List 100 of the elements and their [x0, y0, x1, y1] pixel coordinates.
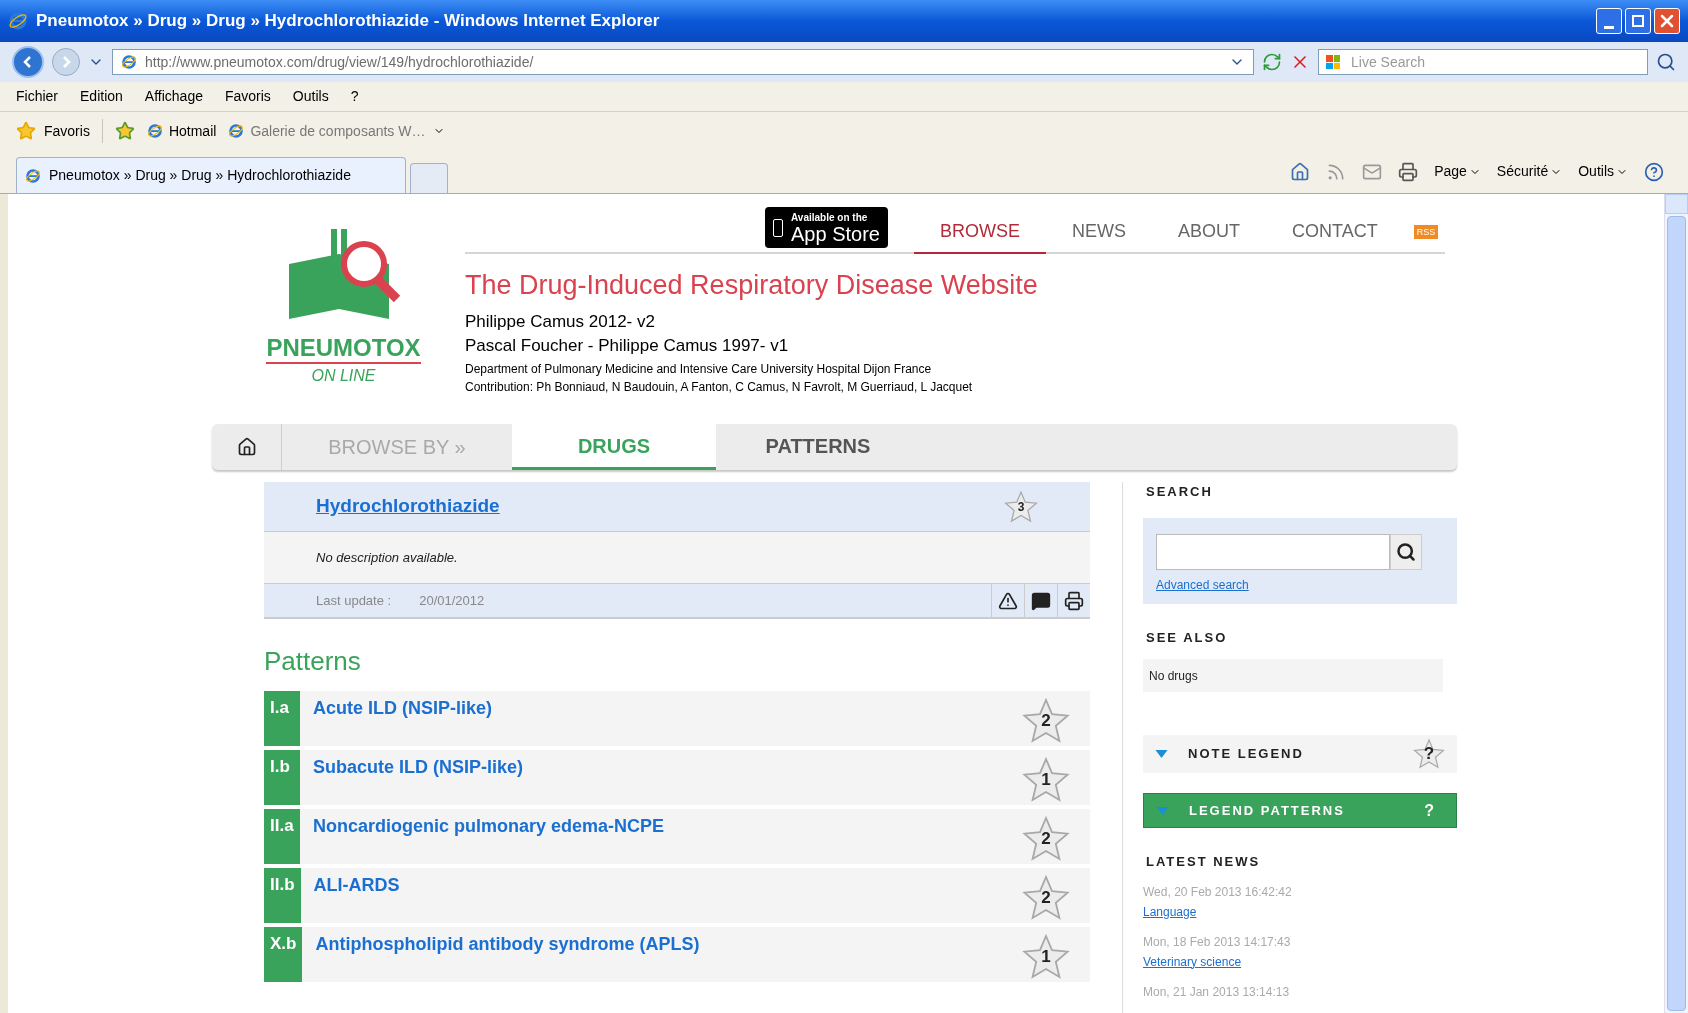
nav-tab[interactable]: NEWS [1045, 210, 1152, 254]
author-line: Philippe Camus 2012- v2 [465, 311, 656, 333]
warning-icon [998, 590, 1018, 611]
ie-icon [146, 123, 163, 139]
search-icon[interactable] [1656, 52, 1676, 72]
app-store-badge[interactable]: Available on the App Store [765, 207, 888, 248]
ie-icon [121, 54, 137, 70]
restore-button[interactable] [1625, 8, 1651, 34]
ie-icon [25, 167, 41, 184]
favorites-button[interactable]: Favoris [44, 120, 90, 142]
command-menu[interactable]: Outils [1578, 161, 1614, 182]
last-update-date: 20/01/2012 [419, 591, 485, 610]
nav-tab[interactable]: BROWSE [913, 210, 1046, 254]
news-date: Mon, 21 Jan 2013 13:14:13 [1143, 983, 1291, 1000]
author-line: Pascal Foucher - Philippe Camus 1997- v1 [465, 335, 790, 357]
pattern-link[interactable]: Antiphospholipid antibody syndrome (APLS) [315, 931, 700, 958]
legend-patterns-header[interactable]: LEGEND PATTERNS ? [1143, 793, 1457, 828]
site-title: The Drug-Induced Respiratory Disease Website [465, 269, 1039, 302]
printer-icon [1064, 590, 1084, 611]
phone-icon [773, 217, 783, 238]
drug-name-link[interactable]: Hydrochlorothiazide [316, 492, 500, 521]
pattern-code: II.a [264, 809, 300, 864]
section-heading: LATEST NEWS [1146, 853, 1262, 871]
pattern-link[interactable]: Acute ILD (NSIP-like) [313, 695, 493, 722]
legend-title: NOTE LEGEND [1188, 745, 1304, 764]
badge-title: App Store [791, 223, 880, 244]
favorite-link[interactable]: Hotmail [168, 120, 217, 142]
caret-icon [1155, 750, 1168, 758]
see-also-text: No drugs [1143, 659, 1443, 692]
legend-title: LEGEND PATTERNS [1189, 801, 1345, 820]
pattern-code: I.a [264, 691, 300, 746]
rating-number: 2 [1041, 709, 1051, 732]
news-date: Wed, 20 Feb 2013 16:42:42 [1143, 883, 1293, 900]
last-update-label: Last update : [316, 591, 392, 610]
speech-bubble-icon [1031, 590, 1051, 611]
window-title: Pneumotox » Drug » Drug » Hydrochlorothiazide - Windows Internet Explorer [36, 10, 660, 33]
caret-icon [1156, 806, 1169, 815]
rating-number: 3 [1017, 498, 1025, 516]
rating-number: ? [1423, 743, 1435, 766]
live-search-field[interactable]: Live Search [1318, 49, 1648, 75]
print-icon[interactable] [1398, 161, 1419, 182]
section-heading: SEARCH [1146, 483, 1214, 501]
minimize-button[interactable] [1596, 8, 1622, 34]
note-legend-header[interactable]: NOTE LEGEND ? [1143, 735, 1457, 773]
news-date: Mon, 18 Feb 2013 14:17:43 [1143, 933, 1292, 950]
menu-item[interactable]: Favoris [224, 86, 271, 107]
contribution-text: Contribution: Ph Bonniaud, N Baudouin, A Fanton, C Camus, N Favrolt, M Guerriaud, L Jacquet [465, 379, 974, 396]
pattern-link[interactable]: Subacute ILD (NSIP-like) [313, 754, 524, 781]
close-button[interactable] [1654, 8, 1680, 34]
menu-item[interactable]: Outils [292, 86, 329, 107]
pattern-code: I.b [264, 750, 300, 805]
advanced-search-link[interactable]: Advanced search [1156, 575, 1249, 594]
ie-icon [8, 11, 28, 31]
pattern-link[interactable]: Noncardiogenic pulmonary edema-NCPE [313, 813, 665, 840]
search-field[interactable] [1156, 533, 1390, 570]
logo-tagline: ON LINE [311, 366, 376, 386]
news-link[interactable]: Veterinary science [1143, 953, 1242, 970]
badge-caption: Available on the [791, 211, 869, 224]
ie-icon [228, 123, 245, 139]
refresh-icon[interactable] [1262, 52, 1282, 72]
menu-item[interactable]: Fichier [16, 86, 58, 107]
news-link[interactable]: Language [1143, 903, 1197, 920]
add-favorite-icon[interactable] [114, 121, 135, 141]
scrollbar[interactable] [1664, 194, 1688, 1013]
back-button[interactable] [12, 46, 44, 78]
nav-tab[interactable]: ABOUT [1151, 210, 1266, 254]
url-text: http://www.pneumotox.com/drug/view/149/hydrochlorothiazide/ [145, 52, 534, 72]
command-menu[interactable]: Sécurité [1496, 161, 1549, 182]
favorite-link[interactable]: Galerie de composants W… [250, 120, 426, 142]
star-icon [1004, 489, 1038, 524]
help-icon[interactable] [1644, 161, 1664, 182]
browse-by-label: BROWSE BY » [327, 435, 467, 460]
menu-item[interactable]: Affichage [144, 86, 203, 107]
pattern-code: X.b [264, 927, 303, 982]
menu-item[interactable]: ? [350, 86, 359, 107]
patterns-heading: Patterns [264, 645, 362, 677]
category-tab[interactable]: PATTERNS [716, 424, 920, 470]
star-icon [1413, 738, 1445, 770]
logo-name: PNEUMOTOX [266, 334, 421, 364]
category-tab[interactable]: DRUGS [512, 424, 716, 470]
rating-number: 2 [1041, 886, 1051, 909]
rating-number: 1 [1041, 768, 1051, 791]
section-heading: SEE ALSO [1146, 628, 1229, 647]
address-field[interactable]: http://www.pneumotox.com/drug/view/149/hydrochlorothiazide/ [112, 49, 1254, 75]
home-icon[interactable] [236, 437, 257, 457]
help-mark[interactable]: ? [1424, 798, 1434, 823]
menu-item[interactable]: Edition [80, 86, 123, 107]
description-text: No description available. [316, 548, 458, 567]
command-menu[interactable]: Page [1434, 161, 1467, 182]
search-icon [1396, 541, 1416, 562]
rating-number: 1 [1041, 945, 1051, 968]
star-icon [16, 121, 36, 141]
pattern-link[interactable]: ALI-ARDS [313, 872, 400, 899]
browser-tab[interactable]: Pneumotox » Drug » Drug » Hydrochlorothiazide [16, 157, 406, 193]
nav-tab[interactable]: CONTACT [1266, 210, 1404, 254]
rating-number: 2 [1041, 827, 1051, 850]
department-text: Department of Pulmonary Medicine and Intensive Care University Hospital Dijon France [465, 361, 933, 378]
pattern-code: II.b [264, 868, 301, 923]
search-button[interactable] [1390, 533, 1422, 570]
windows-logo-icon [1326, 55, 1340, 69]
